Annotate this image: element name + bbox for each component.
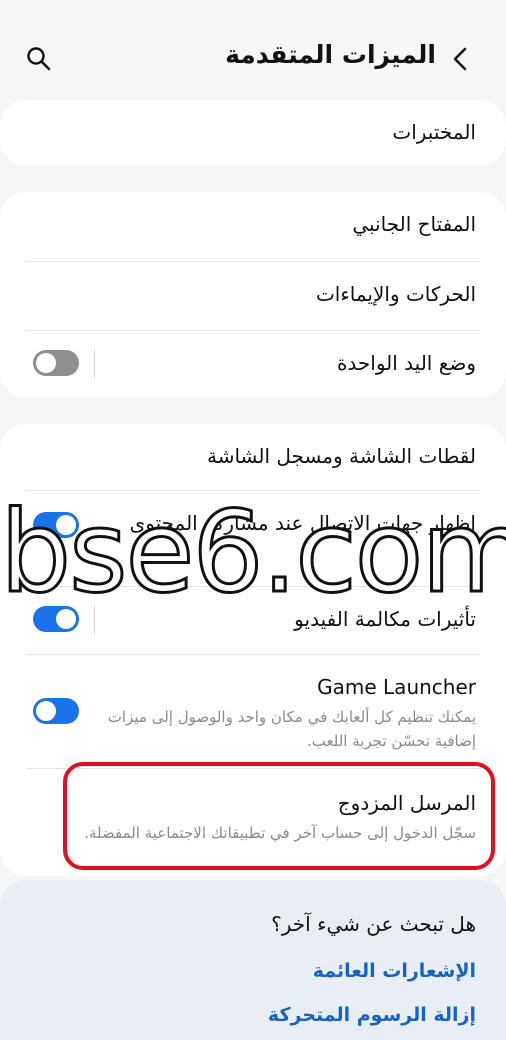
side-key-item[interactable]: المفتاح الجانبي (0, 192, 506, 260)
one-hand-toggle[interactable] (33, 350, 79, 376)
toggle-separator (94, 350, 95, 378)
watermark: bse6.com (0, 487, 506, 620)
page-title: الميزات المتقدمة (225, 40, 436, 69)
toggle-knob (36, 353, 56, 373)
game-launcher-label: Game Launcher (317, 675, 476, 699)
gestures-card: المفتاح الجانبي الحركات والإيماءات وضع ا… (0, 192, 506, 398)
chevron-left-icon (453, 47, 467, 71)
labs-label: المختبرات (392, 120, 476, 144)
game-launcher-toggle[interactable] (33, 698, 79, 724)
highlight-box (63, 762, 495, 870)
game-launcher-description: يمكنك تنظيم كل ألعابك في مكان واحد والوص… (107, 708, 476, 750)
motions-item[interactable]: الحركات والإيماءات (0, 262, 506, 330)
side-key-label: المفتاح الجانبي (352, 212, 476, 236)
screenshots-label: لقطات الشاشة ومسجل الشاشة (206, 444, 476, 468)
back-button[interactable] (448, 44, 472, 74)
labs-item[interactable]: المختبرات (0, 100, 506, 166)
floating-notifications-link[interactable]: الإشعارات العائمة (313, 960, 476, 982)
remove-animations-link[interactable]: إزالة الرسوم المتحركة (268, 1004, 476, 1026)
app-header: الميزات المتقدمة (0, 0, 506, 116)
suggestions-question: هل تبحث عن شيء آخر؟ (271, 912, 476, 936)
labs-card: المختبرات (0, 100, 506, 166)
screenshots-item[interactable]: لقطات الشاشة ومسجل الشاشة (0, 424, 506, 490)
suggestions-panel: هل تبحث عن شيء آخر؟ الإشعارات العائمة إز… (0, 880, 506, 1040)
one-hand-label: وضع اليد الواحدة (336, 351, 476, 375)
search-icon (27, 47, 51, 71)
motions-label: الحركات والإيماءات (315, 282, 476, 306)
toggle-knob (36, 701, 56, 721)
search-button[interactable] (26, 46, 52, 72)
